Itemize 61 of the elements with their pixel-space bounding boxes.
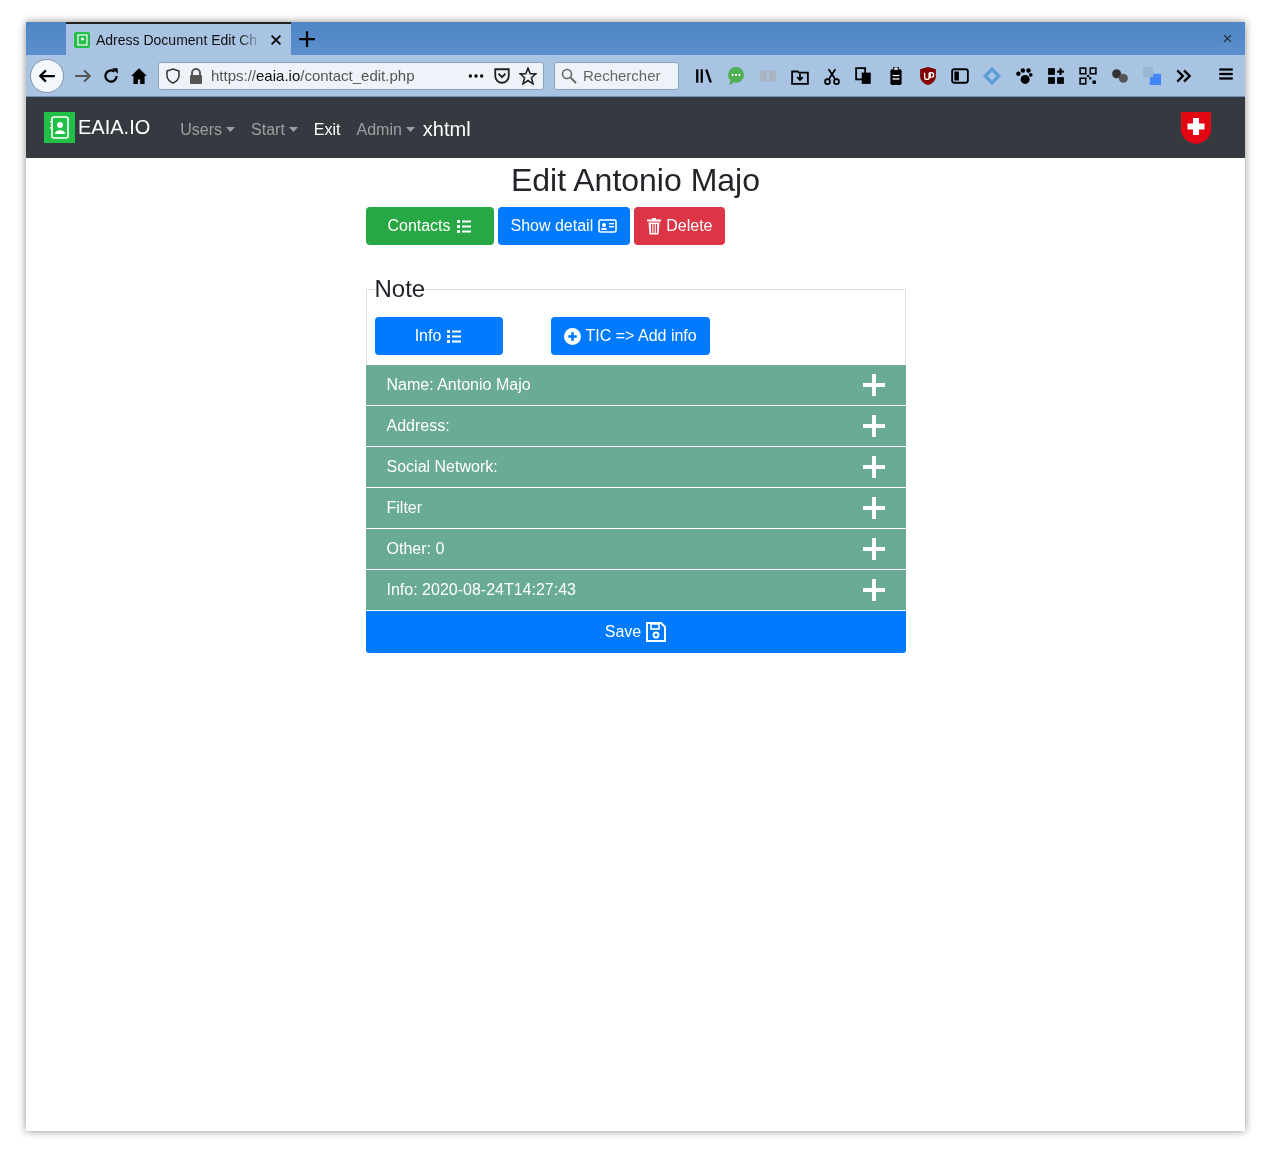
qr-code-icon[interactable] [1079,66,1097,85]
back-button[interactable] [30,58,64,93]
balls-icon[interactable] [1111,66,1129,85]
caret-icon [288,127,298,132]
action-button[interactable]: Contacts [365,207,494,245]
tab-title: Adress Document Edit Ch [96,31,259,48]
plus-icon [862,538,885,560]
navbar-text: xhtml [422,118,471,141]
accordion-header[interactable]: Filter [365,488,906,528]
lock-icon [189,67,203,84]
list-icon [446,328,463,344]
nav-link[interactable]: Exit [305,120,349,139]
plus-icon [862,456,885,478]
accordion-header[interactable]: Address: [365,406,906,446]
caret-icon [226,127,236,132]
nav-link[interactable]: Users [172,120,244,139]
new-tab-icon[interactable] [298,29,316,48]
apps-icon[interactable] [1047,66,1065,85]
accordion-header[interactable]: Social Network: [365,447,906,487]
accordion-header[interactable]: Info: 2020-08-24T14:27:43 [365,570,906,610]
note-legend: Note [374,275,426,303]
scissors-icon[interactable] [823,66,841,85]
action-button[interactable]: Show detail [497,207,631,245]
plus-icon [862,374,885,396]
nav-link[interactable]: Start [243,120,306,139]
action-button[interactable]: Info [374,317,503,355]
address-bar[interactable]: https://eaia.io/contact_edit.php [158,61,544,90]
page-title: Edit Antonio Majo [510,162,760,199]
caret-icon [405,127,415,132]
brand-name[interactable]: EAIA.IO [78,116,151,139]
sidebar-icon[interactable] [951,66,969,85]
plus-icon [862,415,885,437]
shield-icon [165,67,181,84]
shield-icon[interactable] [919,66,937,85]
action-button[interactable]: TIC => Add info [550,317,710,355]
close-icon[interactable] [269,32,283,47]
star-icon[interactable] [519,66,537,85]
id-card-icon [598,218,618,234]
url-text: https://eaia.io/contact_edit.php [211,67,416,84]
search-field[interactable]: Rechercher [554,61,679,90]
nav-link[interactable]: Admin [348,120,423,139]
plus-icon [862,497,885,519]
plus-icon [862,579,885,601]
contact-book-icon [74,31,90,48]
accordion-header[interactable]: Other: 0 [365,529,906,569]
trash-icon [647,217,662,235]
paw-icon[interactable] [1015,66,1033,85]
library-icon[interactable] [695,66,713,85]
swiss-flag-icon[interactable] [1181,111,1211,144]
plus-circle-icon [563,327,581,345]
copy-icon[interactable] [855,66,873,85]
browser-tab[interactable]: Adress Document Edit Ch [66,22,291,55]
search-icon [561,67,577,84]
clipboard-icon[interactable] [887,66,905,85]
accordion-header[interactable]: Name: Antonio Majo [365,365,906,405]
reload-icon[interactable] [102,66,120,85]
action-button[interactable]: Delete [634,207,726,245]
list-icon [455,218,472,234]
home-icon[interactable] [130,66,148,85]
save-button[interactable]: Save [365,611,906,653]
pocket-icon[interactable] [493,66,511,85]
